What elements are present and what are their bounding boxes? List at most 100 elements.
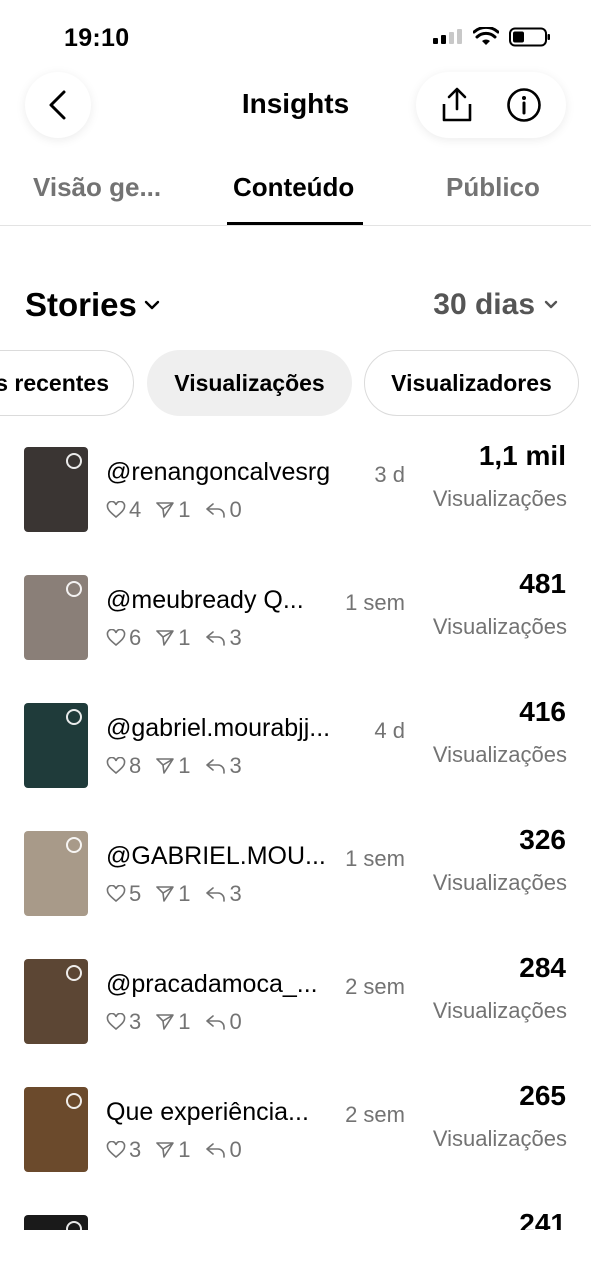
story-age: 2 sem <box>345 974 405 999</box>
views-label: Visualizações <box>432 870 567 895</box>
story-row[interactable]: @meubready Q... 1 sem 6 1 3 481 Visualiz… <box>0 568 591 678</box>
shares-count: 1 <box>178 881 191 906</box>
heart-icon <box>106 629 126 647</box>
period-selector[interactable]: 30 dias <box>433 288 559 322</box>
views-label: Visualizações <box>432 486 567 511</box>
views-label: Visualizações <box>432 998 567 1023</box>
share-button[interactable] <box>440 87 474 123</box>
story-stats: 3 1 0 <box>106 1009 242 1035</box>
battery-icon <box>509 27 550 47</box>
views-label: Visualizações <box>432 1126 567 1151</box>
story-row[interactable]: 241 <box>0 1208 591 1230</box>
views-count: 265 <box>519 1080 566 1111</box>
tab-content[interactable]: Conteúdo <box>233 172 354 203</box>
content-type-selector[interactable]: Stories <box>25 286 161 324</box>
story-row[interactable]: @pracadamoca_... 2 sem 3 1 0 284 Visuali… <box>0 952 591 1062</box>
story-list: @renangoncalvesrg 3 d 4 1 0 1,1 mil Visu… <box>0 440 591 1230</box>
replies-count: 3 <box>229 753 242 778</box>
sort-chips: s recentes Visualizações Visualizadores <box>0 350 591 416</box>
chip-views[interactable]: Visualizações <box>147 350 352 416</box>
story-row[interactable]: Que experiência... 2 sem 3 1 0 265 Visua… <box>0 1080 591 1190</box>
shares-count: 1 <box>178 753 191 778</box>
send-icon <box>156 1014 175 1030</box>
likes-count: 5 <box>129 881 142 906</box>
tab-audience[interactable]: Público <box>446 172 540 203</box>
reply-icon <box>205 631 225 646</box>
story-thumbnail <box>24 703 88 788</box>
reply-icon <box>205 887 225 902</box>
wifi-icon <box>473 27 499 45</box>
views-count: 416 <box>519 696 566 727</box>
period-label: 30 dias <box>433 288 535 321</box>
heart-icon <box>106 1013 126 1031</box>
reply-icon <box>205 1143 225 1158</box>
views-count: 481 <box>519 568 566 599</box>
send-icon <box>156 502 175 518</box>
story-thumbnail <box>24 575 88 660</box>
story-age: 1 sem <box>345 846 405 871</box>
nav-bar: Insights <box>0 70 591 140</box>
send-icon <box>156 1142 175 1158</box>
likes-count: 6 <box>129 625 142 650</box>
views-count: 1,1 mil <box>478 440 566 471</box>
story-thumbnail <box>24 831 88 916</box>
shares-count: 1 <box>178 497 191 522</box>
chip-viewers[interactable]: Visualizadores <box>364 350 579 416</box>
story-age: 4 d <box>374 718 405 743</box>
shares-count: 1 <box>178 1009 191 1034</box>
heart-icon <box>106 757 126 775</box>
story-stats: 6 1 3 <box>106 625 242 651</box>
header-actions <box>416 72 566 138</box>
insights-tabs: Visão ge... Conteúdo Público <box>0 160 591 226</box>
story-title: Que experiência... <box>106 1098 309 1126</box>
info-button[interactable] <box>506 87 542 123</box>
chevron-down-icon <box>144 300 160 310</box>
views-label: Visualizações <box>432 742 567 767</box>
info-icon <box>507 88 541 122</box>
story-title: @pracadamoca_... <box>106 970 318 998</box>
story-row[interactable]: @gabriel.mourabjj... 4 d 8 1 3 416 Visua… <box>0 696 591 806</box>
story-title: @meubready Q... <box>106 586 304 614</box>
likes-count: 4 <box>129 497 142 522</box>
story-age: 1 sem <box>345 590 405 615</box>
views-count: 326 <box>519 824 566 855</box>
story-stats: 4 1 0 <box>106 497 242 523</box>
story-title: @gabriel.mourabjj... <box>106 714 331 742</box>
share-icon <box>442 87 472 122</box>
status-time: 19:10 <box>64 24 130 52</box>
active-tab-indicator <box>227 222 363 225</box>
replies-count: 3 <box>229 881 242 906</box>
status-icons <box>433 27 551 47</box>
story-stats: 3 1 0 <box>106 1137 242 1163</box>
chevron-down-icon <box>544 300 558 309</box>
story-age: 3 d <box>374 462 405 487</box>
story-thumbnail <box>24 447 88 532</box>
reply-icon <box>205 1015 225 1030</box>
status-bar: 19:10 <box>0 0 591 70</box>
story-stats: 5 1 3 <box>106 881 242 907</box>
shares-count: 1 <box>178 625 191 650</box>
story-row[interactable]: @renangoncalvesrg 3 d 4 1 0 1,1 mil Visu… <box>0 440 591 550</box>
section-header: Stories 30 dias <box>0 286 591 330</box>
views-count: 284 <box>519 952 566 983</box>
likes-count: 3 <box>129 1137 142 1162</box>
send-icon <box>156 630 175 646</box>
replies-count: 0 <box>229 1137 242 1162</box>
reply-icon <box>205 503 225 518</box>
story-stats: 8 1 3 <box>106 753 242 779</box>
chip-recent[interactable]: s recentes <box>0 350 134 416</box>
views-label: Visualizações <box>432 614 567 639</box>
shares-count: 1 <box>178 1137 191 1162</box>
story-thumbnail <box>24 1087 88 1172</box>
story-row[interactable]: @GABRIEL.MOU... 1 sem 5 1 3 326 Visualiz… <box>0 824 591 934</box>
story-thumbnail <box>24 959 88 1044</box>
signal-icon <box>433 29 462 44</box>
replies-count: 3 <box>229 625 242 650</box>
story-title: @GABRIEL.MOU... <box>106 842 326 870</box>
tab-overview[interactable]: Visão ge... <box>33 172 161 203</box>
heart-icon <box>106 1141 126 1159</box>
story-thumbnail <box>24 1215 88 1230</box>
send-icon <box>156 886 175 902</box>
story-age: 2 sem <box>345 1102 405 1127</box>
heart-icon <box>106 885 126 903</box>
